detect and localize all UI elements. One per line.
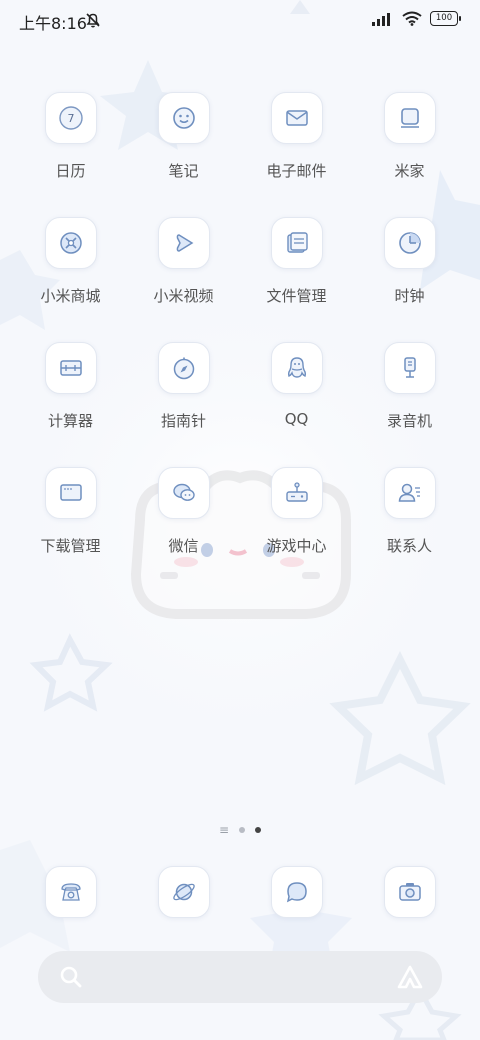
mi-store-icon[interactable] <box>44 217 97 269</box>
download-manager-icon[interactable] <box>44 467 97 519</box>
app-calendar[interactable]: 7 日历 <box>14 92 127 217</box>
mi-video-icon[interactable] <box>157 217 210 269</box>
messages-icon[interactable] <box>270 866 323 918</box>
app-label: 文件管理 <box>266 287 327 305</box>
app-clock[interactable]: 时钟 <box>353 217 466 342</box>
wechat-icon[interactable] <box>157 467 210 519</box>
phone-icon[interactable] <box>44 866 97 918</box>
game-center-icon[interactable] <box>270 467 323 519</box>
app-label: 小米商城 <box>40 287 101 305</box>
dock-messages[interactable] <box>240 866 353 918</box>
app-label: 下载管理 <box>40 537 101 555</box>
app-label: 小米视频 <box>153 287 214 305</box>
app-qq[interactable]: QQ <box>240 342 353 467</box>
app-label: 电子邮件 <box>266 162 327 180</box>
search-icon[interactable] <box>58 964 84 990</box>
app-grid: 7 日历 笔记 电子邮件 米家 小米商城 小米视频 文件管理 时钟 计算器 指南… <box>14 92 466 592</box>
app-label: 米家 <box>394 162 425 180</box>
app-label: 微信 <box>168 537 199 555</box>
mute-bell-icon <box>86 13 100 28</box>
app-recorder[interactable]: 录音机 <box>353 342 466 467</box>
contacts-icon[interactable] <box>383 467 436 519</box>
app-notes[interactable]: 笔记 <box>127 92 240 217</box>
email-icon[interactable] <box>270 92 323 144</box>
compass-icon[interactable] <box>157 342 210 394</box>
app-label: 日历 <box>55 162 86 180</box>
page-dot[interactable] <box>239 827 246 833</box>
calendar-date: 7 <box>67 112 74 125</box>
dock <box>14 866 466 918</box>
app-calculator[interactable]: 计算器 <box>14 342 127 467</box>
signal-icon <box>372 12 390 26</box>
search-input[interactable] <box>94 963 378 993</box>
app-label: 指南针 <box>160 412 206 430</box>
page-dot-active[interactable] <box>255 827 262 833</box>
app-mi-home[interactable]: 米家 <box>353 92 466 217</box>
calendar-icon[interactable]: 7 <box>44 92 97 144</box>
page-indicator[interactable]: ≡ <box>0 820 480 840</box>
app-game-center[interactable]: 游戏中心 <box>240 467 353 592</box>
app-contacts[interactable]: 联系人 <box>353 467 466 592</box>
browser-icon[interactable] <box>157 866 210 918</box>
camera-icon[interactable] <box>383 866 436 918</box>
app-label: 游戏中心 <box>266 537 327 555</box>
app-label: QQ <box>284 410 309 428</box>
app-compass[interactable]: 指南针 <box>127 342 240 467</box>
battery-icon: 100 <box>430 11 461 26</box>
dock-browser[interactable] <box>127 866 240 918</box>
app-label: 时钟 <box>394 287 425 305</box>
dock-phone[interactable] <box>14 866 127 918</box>
qq-penguin-icon[interactable] <box>270 342 323 394</box>
mi-home-icon[interactable] <box>383 92 436 144</box>
app-label: 计算器 <box>47 412 93 430</box>
recorder-icon[interactable] <box>383 342 436 394</box>
app-label: 录音机 <box>386 412 432 430</box>
notes-icon[interactable] <box>157 92 210 144</box>
calculator-icon[interactable] <box>44 342 97 394</box>
app-wechat[interactable]: 微信 <box>127 467 240 592</box>
app-label: 联系人 <box>386 537 432 555</box>
menu-lines-icon[interactable]: ≡ <box>219 824 229 836</box>
app-mi-store[interactable]: 小米商城 <box>14 217 127 342</box>
dock-camera[interactable] <box>353 866 466 918</box>
status-bar: 上午8:16 100 <box>0 0 480 42</box>
wifi-icon <box>402 11 422 26</box>
app-label: 笔记 <box>168 162 199 180</box>
app-mi-video[interactable]: 小米视频 <box>127 217 240 342</box>
app-file-manager[interactable]: 文件管理 <box>240 217 353 342</box>
search-bar[interactable] <box>38 951 442 1003</box>
file-manager-icon[interactable] <box>270 217 323 269</box>
xiao-ai-assistant-icon[interactable] <box>396 964 424 990</box>
clock-icon[interactable] <box>383 217 436 269</box>
app-download-manager[interactable]: 下载管理 <box>14 467 127 592</box>
status-time: 上午8:16 <box>19 14 87 33</box>
app-email[interactable]: 电子邮件 <box>240 92 353 217</box>
